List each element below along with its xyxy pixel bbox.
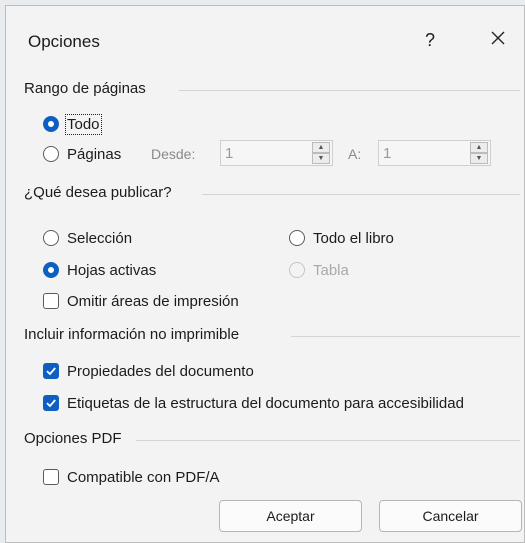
ignore-print-areas-label: Omitir áreas de impresión [67, 292, 239, 310]
publish-section-heading: ¿Qué desea publicar? [24, 184, 520, 204]
nonprint-section-heading: Incluir información no imprimible [24, 326, 520, 346]
divider [136, 440, 520, 441]
from-spinner[interactable]: 1 ▲ ▼ [220, 140, 333, 166]
checkbox-unchecked[interactable] [43, 469, 59, 485]
pdfa-label: Compatible con PDF/A [67, 468, 220, 486]
page-range-section-heading: Rango de páginas [24, 80, 520, 100]
checkbox-checked[interactable] [43, 395, 59, 411]
from-label: Desde: [151, 146, 196, 162]
divider [179, 90, 520, 91]
publish-selection-label: Selección [67, 229, 133, 247]
close-icon [491, 31, 505, 45]
spin-up-icon[interactable]: ▲ [312, 142, 330, 153]
to-label: A: [348, 146, 362, 162]
pdf-heading: Opciones PDF [24, 430, 122, 447]
spin-down-icon[interactable]: ▼ [312, 153, 330, 164]
divider [202, 194, 520, 195]
cancel-button[interactable]: Cancelar [379, 500, 522, 532]
publish-active-sheets-label: Hojas activas [67, 261, 157, 279]
range-all-label: Todo [65, 113, 102, 135]
publish-selection-radio[interactable]: Selección [43, 228, 132, 248]
pdfa-checkbox[interactable]: Compatible con PDF/A [43, 467, 220, 487]
nonprint-heading: Incluir información no imprimible [24, 326, 240, 343]
doc-props-label: Propiedades del documento [67, 362, 254, 380]
to-spinner[interactable]: 1 ▲ ▼ [378, 140, 491, 166]
range-pages-label: Páginas [67, 145, 122, 163]
publish-heading: ¿Qué desea publicar? [24, 184, 172, 201]
spin-up-icon[interactable]: ▲ [470, 142, 488, 153]
radio-selected[interactable] [43, 262, 59, 278]
publish-workbook-radio[interactable]: Todo el libro [289, 228, 394, 248]
checkbox-checked[interactable] [43, 363, 59, 379]
range-pages-radio[interactable]: Páginas [43, 144, 121, 164]
help-button[interactable]: ? [420, 30, 440, 51]
checkmark-icon [46, 367, 56, 376]
page-range-heading: Rango de páginas [24, 80, 146, 97]
from-value: 1 [225, 145, 234, 162]
dialog-title: Opciones [28, 32, 100, 51]
publish-table-radio: Tabla [289, 260, 349, 280]
publish-workbook-label: Todo el libro [313, 229, 394, 247]
radio-unselected[interactable] [289, 230, 305, 246]
radio-unselected[interactable] [43, 146, 59, 162]
ignore-print-areas-checkbox[interactable]: Omitir áreas de impresión [43, 291, 239, 311]
to-value: 1 [383, 145, 392, 162]
publish-active-sheets-radio[interactable]: Hojas activas [43, 260, 156, 280]
checkmark-icon [46, 399, 56, 408]
title-bar: Opciones ? [6, 6, 524, 66]
checkbox-unchecked[interactable] [43, 293, 59, 309]
radio-unselected[interactable] [43, 230, 59, 246]
close-button[interactable] [486, 26, 510, 50]
ok-button[interactable]: Aceptar [219, 500, 362, 532]
doc-props-checkbox[interactable]: Propiedades del documento [43, 361, 254, 381]
publish-table-label: Tabla [313, 261, 349, 279]
struct-tags-checkbox[interactable]: Etiquetas de la estructura del documento… [43, 393, 464, 413]
range-all-radio[interactable]: Todo [43, 113, 102, 135]
pdf-section-heading: Opciones PDF [24, 430, 520, 450]
struct-tags-label: Etiquetas de la estructura del documento… [67, 394, 464, 412]
options-dialog: Opciones ? Rango de páginas Todo Páginas… [5, 5, 525, 543]
divider [291, 336, 520, 337]
radio-disabled [289, 262, 305, 278]
radio-selected[interactable] [43, 116, 59, 132]
spin-down-icon[interactable]: ▼ [470, 153, 488, 164]
